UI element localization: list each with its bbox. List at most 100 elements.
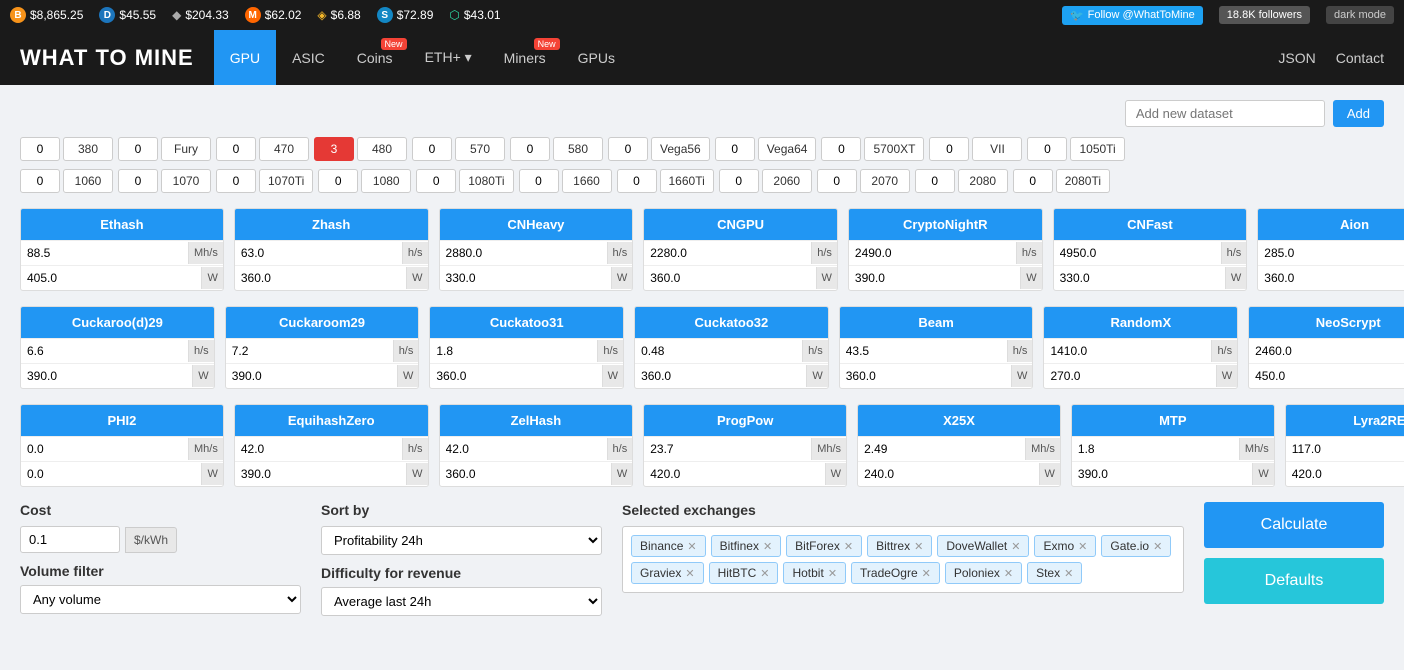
exchange-tag[interactable]: BitForex✕: [786, 535, 862, 557]
algo-name[interactable]: Aion: [1258, 209, 1404, 240]
algo-name[interactable]: ProgPow: [644, 405, 846, 436]
algo-name[interactable]: ZelHash: [440, 405, 633, 436]
algo-hashrate-input[interactable]: [1249, 339, 1404, 363]
dark-mode-button[interactable]: dark mode: [1326, 6, 1394, 24]
exchange-remove-icon[interactable]: ✕: [922, 567, 931, 580]
nav-asic[interactable]: ASIC: [276, 30, 341, 85]
algo-power-input[interactable]: [21, 364, 192, 388]
exchange-remove-icon[interactable]: ✕: [844, 540, 853, 553]
nav-coins[interactable]: CoinsNew: [341, 30, 409, 85]
exchange-remove-icon[interactable]: ✕: [1153, 540, 1162, 553]
algo-name[interactable]: EquihashZero: [235, 405, 428, 436]
cost-input[interactable]: [20, 526, 120, 553]
exchange-remove-icon[interactable]: ✕: [763, 540, 772, 553]
algo-power-input[interactable]: [226, 364, 397, 388]
gpu-count-input[interactable]: [608, 137, 648, 161]
gpu-count-input[interactable]: [617, 169, 657, 193]
exchange-tag[interactable]: Poloniex✕: [945, 562, 1022, 584]
algo-hashrate-input[interactable]: [430, 339, 597, 363]
algo-hashrate-input[interactable]: [440, 437, 607, 461]
algo-hashrate-input[interactable]: [635, 339, 802, 363]
algo-hashrate-input[interactable]: [21, 241, 188, 265]
algo-power-input[interactable]: [1044, 364, 1215, 388]
exchange-tag[interactable]: Stex✕: [1027, 562, 1082, 584]
exchange-tag[interactable]: Hotbit✕: [783, 562, 846, 584]
algo-hashrate-input[interactable]: [235, 241, 402, 265]
gpu-count-input[interactable]: [1013, 169, 1053, 193]
algo-name[interactable]: Zhash: [235, 209, 428, 240]
gpu-count-input[interactable]: [719, 169, 759, 193]
gpu-count-input[interactable]: [318, 169, 358, 193]
algo-name[interactable]: X25X: [858, 405, 1060, 436]
algo-name[interactable]: CryptoNightR: [849, 209, 1042, 240]
algo-power-input[interactable]: [21, 266, 201, 290]
algo-hashrate-input[interactable]: [440, 241, 607, 265]
algo-name[interactable]: Cuckatoo31: [430, 307, 623, 338]
algo-name[interactable]: Lyra2REv3: [1286, 405, 1404, 436]
exchange-remove-icon[interactable]: ✕: [1004, 567, 1013, 580]
algo-power-input[interactable]: [644, 266, 815, 290]
gpu-count-input[interactable]: [20, 169, 60, 193]
gpu-count-input[interactable]: [510, 137, 550, 161]
add-dataset-button[interactable]: Add: [1333, 100, 1384, 127]
gpu-count-input[interactable]: [821, 137, 861, 161]
algo-hashrate-input[interactable]: [1054, 241, 1221, 265]
algo-hashrate-input[interactable]: [858, 437, 1025, 461]
nav-eth-plus[interactable]: ETH+ ▾: [409, 30, 488, 85]
algo-power-input[interactable]: [430, 364, 601, 388]
gpu-count-input[interactable]: [1027, 137, 1067, 161]
algo-name[interactable]: Ethash: [21, 209, 223, 240]
gpu-count-input[interactable]: [817, 169, 857, 193]
algo-hashrate-input[interactable]: [1286, 437, 1404, 461]
dataset-input[interactable]: [1125, 100, 1325, 127]
nav-gpus[interactable]: GPUs: [562, 30, 631, 85]
algo-hashrate-input[interactable]: [1072, 437, 1239, 461]
algo-power-input[interactable]: [635, 364, 806, 388]
algo-name[interactable]: Beam: [840, 307, 1033, 338]
algo-hashrate-input[interactable]: [21, 339, 188, 363]
algo-name[interactable]: CNFast: [1054, 209, 1247, 240]
algo-power-input[interactable]: [1054, 266, 1225, 290]
algo-power-input[interactable]: [440, 266, 611, 290]
follow-button[interactable]: 🐦 Follow @WhatToMine: [1062, 6, 1203, 25]
algo-hashrate-input[interactable]: [1258, 241, 1404, 265]
algo-power-input[interactable]: [21, 462, 201, 486]
exchange-remove-icon[interactable]: ✕: [1064, 567, 1073, 580]
algo-power-input[interactable]: [235, 266, 406, 290]
gpu-count-input[interactable]: [314, 137, 354, 161]
algo-power-input[interactable]: [1258, 266, 1404, 290]
exchange-tag[interactable]: Gate.io✕: [1101, 535, 1171, 557]
algo-hashrate-input[interactable]: [235, 437, 402, 461]
algo-hashrate-input[interactable]: [644, 437, 811, 461]
defaults-button[interactable]: Defaults: [1204, 558, 1384, 604]
calculate-button[interactable]: Calculate: [1204, 502, 1384, 548]
gpu-count-input[interactable]: [915, 169, 955, 193]
gpu-count-input[interactable]: [118, 169, 158, 193]
exchange-remove-icon[interactable]: ✕: [1078, 540, 1087, 553]
algo-name[interactable]: CNGPU: [644, 209, 837, 240]
gpu-count-input[interactable]: [715, 137, 755, 161]
algo-power-input[interactable]: [1072, 462, 1252, 486]
exchange-tag[interactable]: HitBTC✕: [709, 562, 779, 584]
difficulty-select[interactable]: Average last 24hCurrentAverage last 7d: [321, 587, 602, 616]
volume-filter-select[interactable]: Any volume> $1K> $10K> $100K: [20, 585, 301, 614]
algo-power-input[interactable]: [644, 462, 824, 486]
gpu-count-input[interactable]: [929, 137, 969, 161]
algo-hashrate-input[interactable]: [840, 339, 1007, 363]
exchange-remove-icon[interactable]: ✕: [1011, 540, 1020, 553]
algo-power-input[interactable]: [1249, 364, 1404, 388]
algo-power-input[interactable]: [1286, 462, 1404, 486]
nav-miners[interactable]: MinersNew: [488, 30, 562, 85]
gpu-count-input[interactable]: [519, 169, 559, 193]
exchange-tag[interactable]: TradeOgre✕: [851, 562, 940, 584]
algo-hashrate-input[interactable]: [644, 241, 811, 265]
algo-hashrate-input[interactable]: [21, 437, 188, 461]
algo-name[interactable]: Cuckaroo(d)29: [21, 307, 214, 338]
algo-power-input[interactable]: [840, 364, 1011, 388]
nav-json[interactable]: JSON: [1278, 50, 1315, 66]
exchange-tag[interactable]: Bitfinex✕: [711, 535, 782, 557]
exchange-tag[interactable]: DoveWallet✕: [937, 535, 1029, 557]
algo-name[interactable]: PHI2: [21, 405, 223, 436]
algo-hashrate-input[interactable]: [226, 339, 393, 363]
algo-power-input[interactable]: [849, 266, 1020, 290]
